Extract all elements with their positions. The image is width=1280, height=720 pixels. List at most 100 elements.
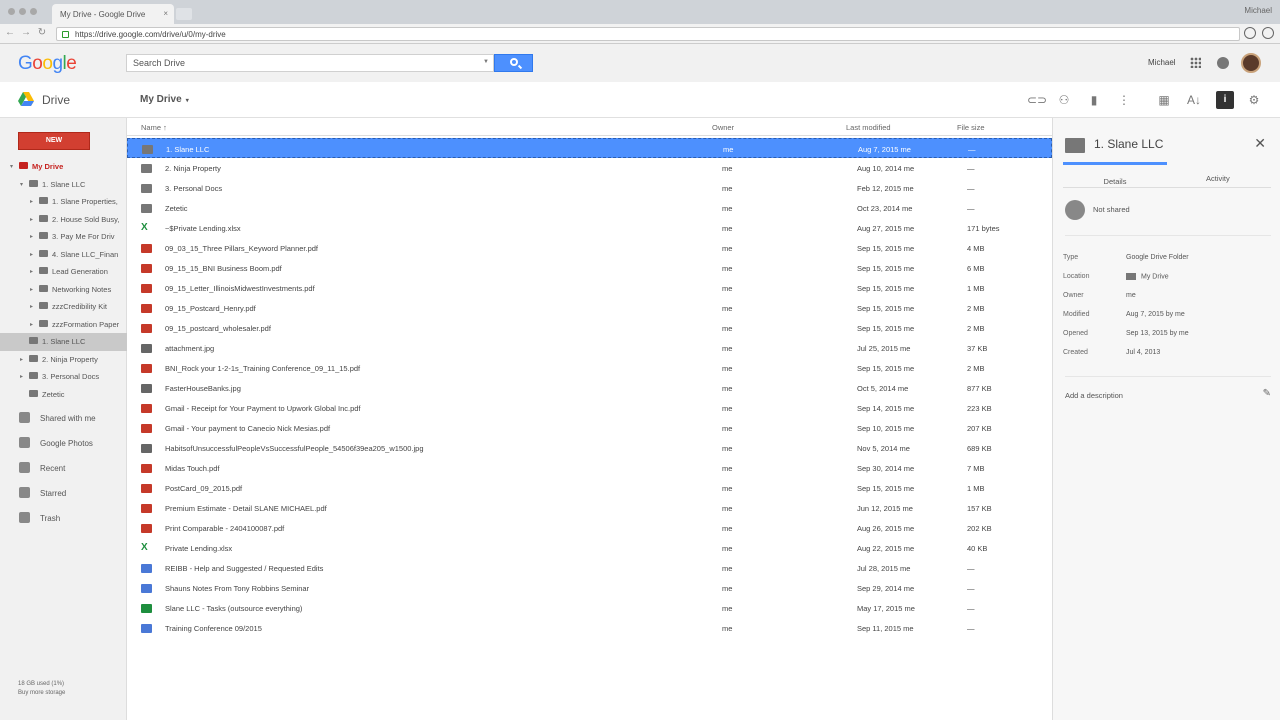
- browser-tab[interactable]: My Drive - Google Drive ×: [52, 4, 174, 24]
- column-modified-header[interactable]: Last modified: [846, 123, 891, 132]
- file-row[interactable]: Premium Estimate - Detail SLANE MICHAEL.…: [127, 498, 1052, 518]
- window-controls[interactable]: [8, 8, 37, 15]
- file-row[interactable]: Midas Touch.pdf me Sep 30, 2014 me 7 MB: [127, 458, 1052, 478]
- sidebar-tree-item[interactable]: ▾ 1. Slane LLC: [0, 176, 127, 194]
- chevron-right-icon[interactable]: ▸: [30, 286, 33, 293]
- sidebar-tree-item[interactable]: ▸ 3. Personal Docs: [0, 368, 127, 386]
- chevron-down-icon[interactable]: ▾: [20, 181, 23, 188]
- sidebar-tree-item[interactable]: Zetetic: [0, 386, 127, 404]
- sidebar-tree-item[interactable]: ▸ zzzFormation Paper: [0, 316, 127, 334]
- sidebar-nav-item[interactable]: Starred: [0, 481, 127, 506]
- file-row[interactable]: Gmail - Your payment to Canecio Nick Mes…: [127, 418, 1052, 438]
- location-dropdown[interactable]: My Drive ▾: [140, 94, 189, 105]
- file-row[interactable]: PostCard_09_2015.pdf me Sep 15, 2015 me 1 M…: [127, 478, 1052, 498]
- add-description-field[interactable]: Add a description: [1065, 391, 1123, 400]
- file-row[interactable]: 09_15_Letter_IllinoisMidwestInvestments.…: [127, 278, 1052, 298]
- menu-icon[interactable]: [1262, 27, 1274, 39]
- sidebar-tree-item[interactable]: ▸ Lead Generation: [0, 263, 127, 281]
- search-button[interactable]: [494, 54, 533, 72]
- sidebar-tree-item[interactable]: 1. Slane LLC: [0, 333, 127, 351]
- sidebar-nav-item[interactable]: Trash: [0, 506, 127, 531]
- sidebar-tree-item[interactable]: ▸ zzzCredibility Kit: [0, 298, 127, 316]
- chevron-right-icon[interactable]: ▸: [30, 251, 33, 258]
- file-row[interactable]: HabitsofUnsuccessfulPeopleVsSuccessfulPe…: [127, 438, 1052, 458]
- sort-az-icon[interactable]: A↓: [1187, 93, 1201, 107]
- sidebar-tree-item[interactable]: ▸ 2. House Sold Busy,: [0, 211, 127, 229]
- chevron-right-icon[interactable]: ▸: [20, 373, 23, 380]
- notifications-icon[interactable]: [1217, 57, 1229, 69]
- settings-gear-icon[interactable]: ⚙: [1247, 93, 1261, 107]
- file-row[interactable]: Training Conference 09/2015 me Sep 11, 201…: [127, 618, 1052, 638]
- sidebar-tree-item[interactable]: ▸ Networking Notes: [0, 281, 127, 299]
- tab-activity[interactable]: Activity: [1206, 174, 1230, 183]
- sidebar-tree-item[interactable]: ▸ 3. Pay Me For Driv: [0, 228, 127, 246]
- sidebar-nav-item[interactable]: Recent: [0, 456, 127, 481]
- file-row[interactable]: 1. Slane LLC me Aug 7, 2015 me —: [127, 138, 1052, 158]
- chevron-right-icon[interactable]: ▸: [30, 198, 33, 205]
- back-icon[interactable]: ←: [4, 27, 16, 39]
- info-icon[interactable]: i: [1216, 91, 1234, 109]
- file-row[interactable]: Print Comparable - 2404100087.pdf me Aug 2…: [127, 518, 1052, 538]
- tab-close-icon[interactable]: ×: [163, 9, 168, 18]
- sidebar-nav-item[interactable]: Shared with me: [0, 406, 127, 431]
- buy-storage-link[interactable]: Buy more storage: [18, 689, 65, 698]
- url-field[interactable]: https://drive.google.com/drive/u/0/my-dr…: [56, 27, 1240, 41]
- tab-details[interactable]: Details: [1063, 162, 1167, 186]
- column-size-header[interactable]: File size: [957, 123, 985, 132]
- new-tab-button[interactable]: [176, 8, 192, 20]
- file-row[interactable]: attachment.jpg me Jul 25, 2015 me 37 KB: [127, 338, 1052, 358]
- chevron-right-icon[interactable]: ▸: [20, 356, 23, 363]
- file-row[interactable]: REIBB - Help and Suggested / Requested E…: [127, 558, 1052, 578]
- file-row[interactable]: 3. Personal Docs me Feb 12, 2015 me —: [127, 178, 1052, 198]
- file-row[interactable]: X ~$Private Lending.xlsx me Aug 27, 2015 me…: [127, 218, 1052, 238]
- search-input[interactable]: Search Drive ▼: [126, 54, 494, 72]
- pdf-file-icon: [141, 324, 152, 333]
- sidebar-nav-item[interactable]: Google Photos: [0, 431, 127, 456]
- user-name[interactable]: Michael: [1148, 58, 1176, 67]
- sidebar-tree-item[interactable]: ▾ My Drive: [0, 158, 127, 176]
- file-row[interactable]: X Private Lending.xlsx me Aug 22, 2015 me 40…: [127, 538, 1052, 558]
- chevron-right-icon[interactable]: ▸: [30, 233, 33, 240]
- chevron-down-icon[interactable]: ▾: [10, 163, 13, 170]
- pencil-icon[interactable]: ✎: [1263, 388, 1271, 399]
- forward-icon[interactable]: →: [20, 27, 32, 39]
- doc-file-icon: [141, 624, 152, 633]
- share-icon[interactable]: ⚇: [1057, 93, 1071, 107]
- file-row[interactable]: Shauns Notes From Tony Robbins Seminar me…: [127, 578, 1052, 598]
- get-link-icon[interactable]: ⊂⊃: [1027, 93, 1047, 107]
- file-row[interactable]: FasterHouseBanks.jpg me Oct 5, 2014 me 877 …: [127, 378, 1052, 398]
- file-row[interactable]: 2. Ninja Property me Aug 10, 2014 me —: [127, 158, 1052, 178]
- more-actions-icon[interactable]: ⋮: [1117, 93, 1131, 107]
- chevron-right-icon[interactable]: ▸: [30, 216, 33, 223]
- sidebar-tree-item[interactable]: ▸ 4. Slane LLC_Finan: [0, 246, 127, 264]
- avatar[interactable]: [1241, 53, 1261, 73]
- column-name-header[interactable]: Name ↑: [141, 123, 167, 132]
- chevron-right-icon[interactable]: ▸: [30, 268, 33, 275]
- file-row[interactable]: 09_15_postcard_wholesaler.pdf me Sep 15, 2…: [127, 318, 1052, 338]
- search-options-icon[interactable]: ▼: [483, 59, 489, 65]
- grid-view-icon[interactable]: ▦: [1157, 93, 1171, 107]
- file-row[interactable]: BNI_Rock your 1-2-1s_Training Conference…: [127, 358, 1052, 378]
- google-logo[interactable]: Google: [18, 53, 77, 75]
- sidebar-tree-item[interactable]: ▸ 2. Ninja Property: [0, 351, 127, 369]
- apps-grid-icon[interactable]: [1190, 57, 1201, 68]
- file-row[interactable]: Slane LLC - Tasks (outsource everything)…: [127, 598, 1052, 618]
- file-row[interactable]: 09_03_15_Three Pillars_Keyword Planner.p…: [127, 238, 1052, 258]
- new-button[interactable]: NEW: [18, 132, 90, 150]
- reload-icon[interactable]: ↻: [36, 27, 48, 39]
- chevron-right-icon[interactable]: ▸: [30, 303, 33, 310]
- sharing-status: Not shared: [1065, 200, 1271, 236]
- close-icon[interactable]: ✕: [1254, 135, 1266, 152]
- extension-icon[interactable]: [1244, 27, 1256, 39]
- browser-profile-name[interactable]: Michael: [1244, 6, 1272, 15]
- column-owner-header[interactable]: Owner: [712, 123, 734, 132]
- file-row[interactable]: Gmail - Receipt for Your Payment to Upwo…: [127, 398, 1052, 418]
- property-value[interactable]: My Drive: [1126, 273, 1169, 280]
- file-row[interactable]: Zetetic me Oct 23, 2014 me —: [127, 198, 1052, 218]
- file-row[interactable]: 09_15_15_BNI Business Boom.pdf me Sep 15, …: [127, 258, 1052, 278]
- sidebar-tree-item[interactable]: ▸ 1. Slane Properties,: [0, 193, 127, 211]
- file-row[interactable]: 09_15_Postcard_Henry.pdf me Sep 15, 2015 m…: [127, 298, 1052, 318]
- chevron-right-icon[interactable]: ▸: [30, 321, 33, 328]
- drive-product-label[interactable]: Drive: [42, 93, 70, 107]
- trash-icon[interactable]: ▮: [1087, 93, 1101, 107]
